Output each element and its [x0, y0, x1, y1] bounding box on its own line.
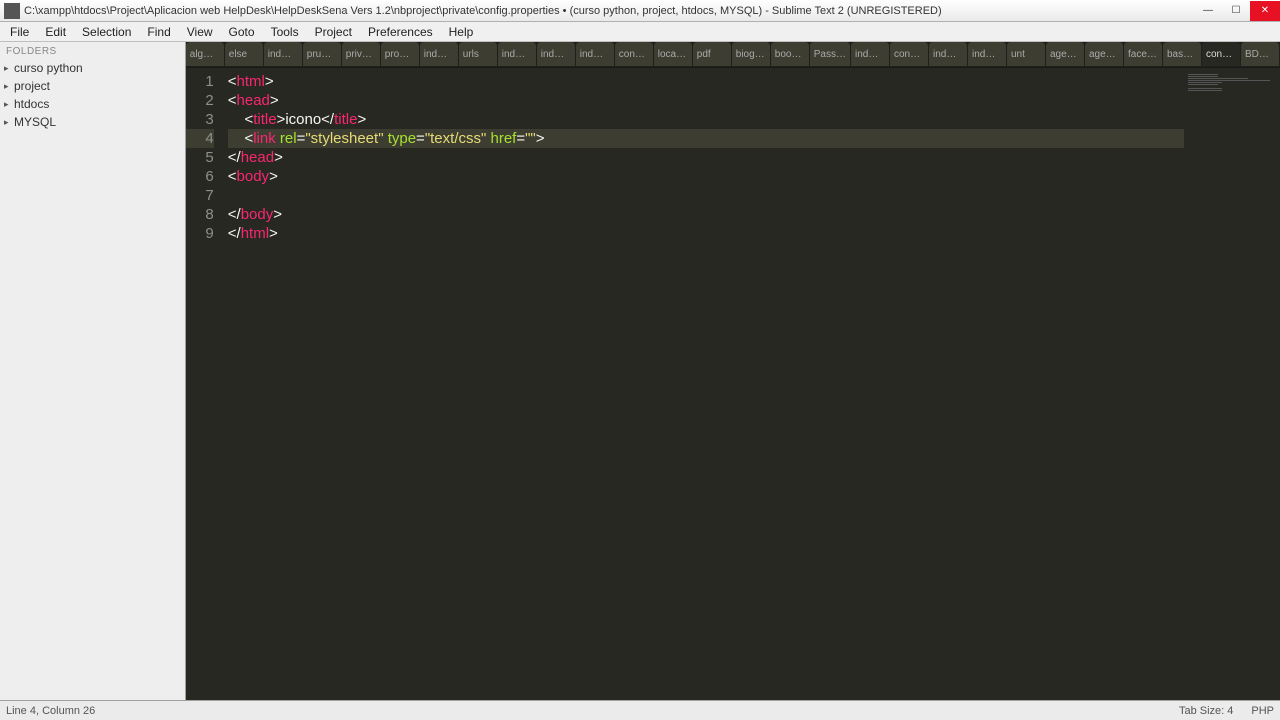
- code-line[interactable]: </html>: [228, 224, 1184, 243]
- title-bar: C:\xampp\htdocs\Project\Aplicacion web H…: [0, 0, 1280, 22]
- editor[interactable]: 123456789 <html><head> <title>icono</tit…: [186, 68, 1280, 700]
- code-line[interactable]: <title>icono</title>: [228, 110, 1184, 129]
- sidebar-item[interactable]: ▸MYSQL: [2, 113, 183, 131]
- line-number: 4: [186, 129, 214, 148]
- file-tab[interactable]: priv…: [342, 42, 380, 66]
- line-number: 7: [186, 186, 214, 205]
- menu-item-preferences[interactable]: Preferences: [360, 25, 441, 39]
- code-line[interactable]: <link rel="stylesheet" type="text/css" h…: [228, 129, 1184, 148]
- file-tab[interactable]: urls: [459, 42, 497, 66]
- file-tab[interactable]: ind…: [576, 42, 614, 66]
- file-tab[interactable]: ind…: [968, 42, 1006, 66]
- minimize-button[interactable]: —: [1194, 1, 1222, 21]
- maximize-button[interactable]: ☐: [1222, 1, 1250, 21]
- editor-pane: alg…elseind…pru…priv…pro…ind…urlsind…ind…: [186, 42, 1280, 700]
- code-line[interactable]: <html>: [228, 72, 1184, 91]
- line-number: 1: [186, 72, 214, 91]
- sidebar-item[interactable]: ▸project: [2, 77, 183, 95]
- file-tab[interactable]: age…: [1046, 42, 1084, 66]
- code-line[interactable]: [228, 186, 1184, 205]
- sidebar-item[interactable]: ▸htdocs: [2, 95, 183, 113]
- code-area[interactable]: <html><head> <title>icono</title> <link …: [224, 68, 1184, 700]
- file-tab[interactable]: age…: [1085, 42, 1123, 66]
- sidebar-item-label: htdocs: [14, 96, 49, 112]
- line-number: 2: [186, 91, 214, 110]
- file-tab[interactable]: ind…: [498, 42, 536, 66]
- triangle-right-icon: ▸: [4, 114, 14, 130]
- tab-bar[interactable]: alg…elseind…pru…priv…pro…ind…urlsind…ind…: [186, 42, 1280, 68]
- file-tab[interactable]: biog…: [732, 42, 770, 66]
- gutter: 123456789: [186, 68, 224, 700]
- sidebar-item-label: project: [14, 78, 50, 94]
- file-tab[interactable]: con…: [890, 42, 928, 66]
- file-tab[interactable]: pdf: [693, 42, 731, 66]
- file-tab[interactable]: ind…: [851, 42, 889, 66]
- triangle-right-icon: ▸: [4, 78, 14, 94]
- menu-item-tools[interactable]: Tools: [263, 25, 307, 39]
- line-number: 3: [186, 110, 214, 129]
- menu-item-view[interactable]: View: [179, 25, 221, 39]
- file-tab[interactable]: BD…: [1241, 42, 1279, 66]
- menu-item-find[interactable]: Find: [139, 25, 178, 39]
- file-tab[interactable]: pro…: [381, 42, 419, 66]
- line-number: 8: [186, 205, 214, 224]
- status-position[interactable]: Line 4, Column 26: [6, 705, 1161, 717]
- triangle-right-icon: ▸: [4, 60, 14, 76]
- menu-item-edit[interactable]: Edit: [37, 25, 74, 39]
- code-line[interactable]: <body>: [228, 167, 1184, 186]
- file-tab[interactable]: pru…: [303, 42, 341, 66]
- window-title: C:\xampp\htdocs\Project\Aplicacion web H…: [24, 5, 1194, 17]
- line-number: 5: [186, 148, 214, 167]
- sidebar-item-label: curso python: [14, 60, 83, 76]
- menu-item-project[interactable]: Project: [307, 25, 360, 39]
- menu-item-selection[interactable]: Selection: [74, 25, 139, 39]
- minimap[interactable]: [1184, 68, 1280, 700]
- sidebar: FOLDERS ▸curso python▸project▸htdocs▸MYS…: [0, 42, 186, 700]
- file-tab[interactable]: ind…: [537, 42, 575, 66]
- file-tab[interactable]: face…: [1124, 42, 1162, 66]
- code-line[interactable]: </head>: [228, 148, 1184, 167]
- file-tab[interactable]: con…: [1202, 42, 1240, 66]
- sidebar-item[interactable]: ▸curso python: [2, 59, 183, 77]
- file-tab[interactable]: ind…: [264, 42, 302, 66]
- menu-item-goto[interactable]: Goto: [221, 25, 263, 39]
- sidebar-item-label: MYSQL: [14, 114, 56, 130]
- file-tab[interactable]: loca…: [654, 42, 692, 66]
- code-line[interactable]: </body>: [228, 205, 1184, 224]
- file-tab[interactable]: ind…: [420, 42, 458, 66]
- file-tab[interactable]: boo…: [771, 42, 809, 66]
- triangle-right-icon: ▸: [4, 96, 14, 112]
- status-bar: Line 4, Column 26 Tab Size: 4 PHP: [0, 700, 1280, 720]
- file-tab[interactable]: ind…: [929, 42, 967, 66]
- menu-bar: FileEditSelectionFindViewGotoToolsProjec…: [0, 22, 1280, 42]
- code-line[interactable]: <head>: [228, 91, 1184, 110]
- menu-item-help[interactable]: Help: [441, 25, 482, 39]
- file-tab[interactable]: unt: [1007, 42, 1045, 66]
- line-number: 9: [186, 224, 214, 243]
- menu-item-file[interactable]: File: [2, 25, 37, 39]
- line-number: 6: [186, 167, 214, 186]
- app-icon: [4, 3, 20, 19]
- file-tab[interactable]: alg…: [186, 42, 224, 66]
- file-tab[interactable]: Pass…: [810, 42, 850, 66]
- file-tab[interactable]: con…: [615, 42, 653, 66]
- close-button[interactable]: ✕: [1250, 1, 1280, 21]
- status-language[interactable]: PHP: [1251, 705, 1274, 717]
- file-tab[interactable]: bas…: [1163, 42, 1201, 66]
- file-tab[interactable]: else: [225, 42, 263, 66]
- status-tabsize[interactable]: Tab Size: 4: [1179, 705, 1233, 717]
- folders-header: FOLDERS: [0, 42, 185, 59]
